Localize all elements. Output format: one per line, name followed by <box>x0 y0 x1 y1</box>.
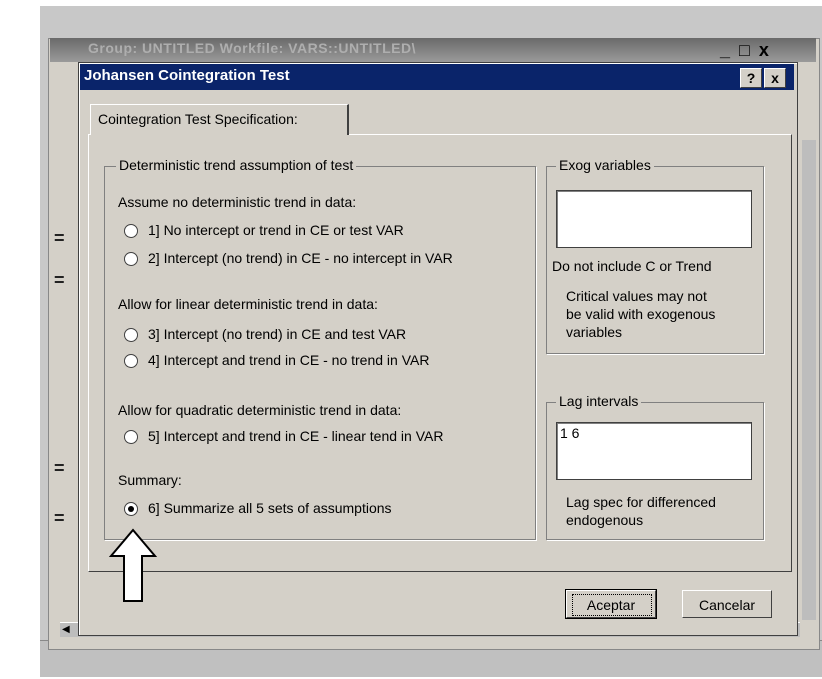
radio-option-5[interactable] <box>124 430 138 444</box>
scroll-left-icon[interactable]: ◀ <box>62 624 70 635</box>
equals-icon: = <box>54 228 65 248</box>
section-summary: Summary: <box>118 472 182 488</box>
section-quadratic-trend: Allow for quadratic deterministic trend … <box>118 402 402 418</box>
equals-icon: = <box>54 270 65 290</box>
exog-note-critical-2: be valid with exogenous <box>566 306 716 322</box>
radio-option-3[interactable] <box>124 328 138 342</box>
section-no-trend: Assume no deterministic trend in data: <box>118 194 357 210</box>
vertical-scrollbar[interactable] <box>802 140 816 620</box>
exog-note-constant: Do not include C or Trend <box>552 258 712 274</box>
option-6-label[interactable]: 6] Summarize all 5 sets of assumptions <box>148 500 392 516</box>
lag-group-legend: Lag intervals <box>556 393 642 409</box>
exog-note-critical-3: variables <box>566 324 623 340</box>
equals-icon: = <box>54 458 65 478</box>
section-linear-trend: Allow for linear deterministic trend in … <box>118 296 378 312</box>
option-5-label[interactable]: 5] Intercept and trend in CE - linear te… <box>148 428 443 444</box>
cancel-button[interactable]: Cancelar <box>682 590 772 618</box>
equals-icon: = <box>54 508 65 528</box>
exog-variables-input[interactable] <box>556 190 752 248</box>
exog-group-legend: Exog variables <box>556 157 654 173</box>
lag-intervals-value: 1 6 <box>560 425 580 441</box>
close-button[interactable]: x <box>764 68 786 88</box>
help-button[interactable]: ? <box>740 68 762 88</box>
lag-note-2: endogenous <box>566 512 644 528</box>
background-window-title: Group: UNTITLED Workfile: VARS::UNTITLED… <box>88 40 416 56</box>
dialog-title: Johansen Cointegration Test <box>84 67 290 84</box>
radio-option-2[interactable] <box>124 252 138 266</box>
option-3-label[interactable]: 3] Intercept (no trend) in CE and test V… <box>148 326 406 342</box>
lag-note-1: Lag spec for differenced <box>566 494 716 510</box>
option-4-label[interactable]: 4] Intercept and trend in CE - no trend … <box>148 352 429 368</box>
background-window-controls[interactable]: _ □ x <box>720 40 771 61</box>
exog-note-critical-1: Critical values may not <box>566 288 707 304</box>
trend-group-legend: Deterministic trend assumption of test <box>116 157 357 173</box>
tab-label: Cointegration Test Specification: <box>98 111 298 127</box>
ok-focus-rect <box>572 594 652 616</box>
lag-intervals-input[interactable]: 1 6 <box>556 422 752 480</box>
radio-option-4[interactable] <box>124 354 138 368</box>
radio-option-6[interactable] <box>124 502 138 516</box>
radio-option-1[interactable] <box>124 224 138 238</box>
pointer-arrow-icon <box>108 528 158 602</box>
option-2-label[interactable]: 2] Intercept (no trend) in CE - no inter… <box>148 250 453 266</box>
option-1-label[interactable]: 1] No intercept or trend in CE or test V… <box>148 222 404 238</box>
